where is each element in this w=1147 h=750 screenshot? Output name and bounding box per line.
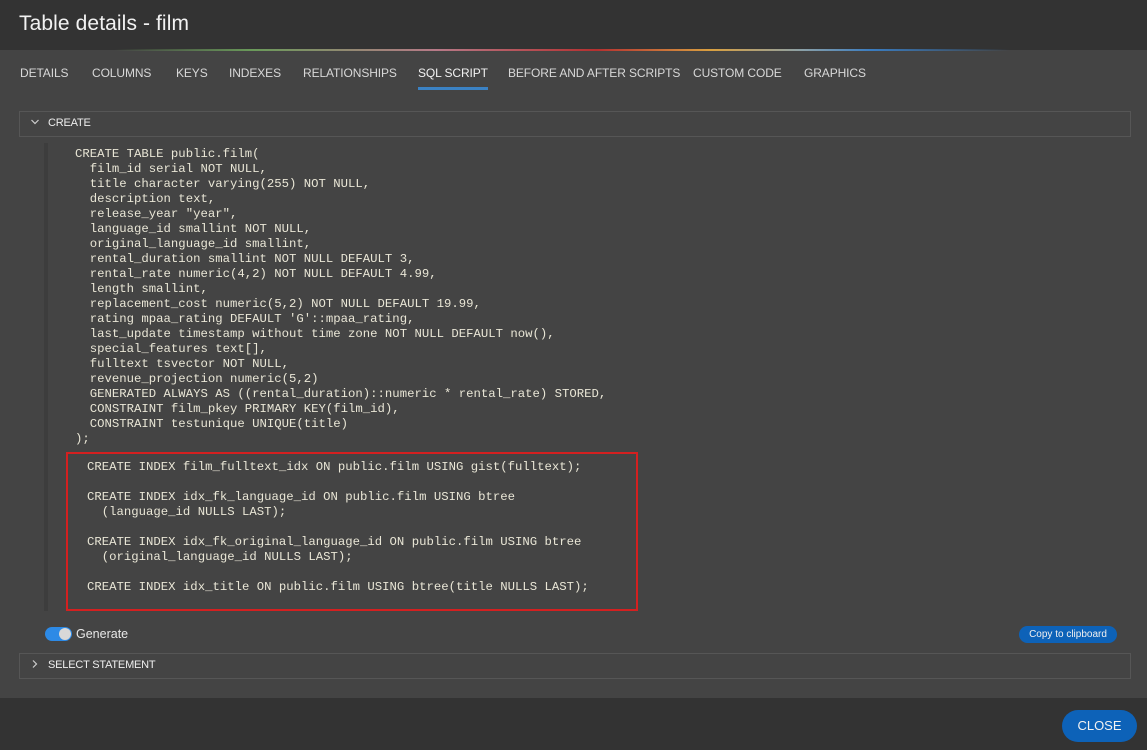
copy-to-clipboard-button[interactable]: Copy to clipboard [1019,626,1117,643]
tab-indexes[interactable]: INDEXES [229,66,281,80]
tab-columns[interactable]: COLUMNS [92,66,151,80]
generate-toggle[interactable] [45,627,72,641]
create-indexes-sql: CREATE INDEX film_fulltext_idx ON public… [87,460,589,594]
select-statement-label: SELECT STATEMENT [48,659,156,671]
close-button[interactable]: CLOSE [1062,710,1137,742]
tab-sql-script[interactable]: SQL SCRIPT [418,66,488,90]
create-section-label: CREATE [48,117,91,129]
tab-keys[interactable]: KEYS [176,66,208,80]
tab-custom-code[interactable]: CUSTOM CODE [693,66,782,80]
tab-graphics[interactable]: GRAPHICS [804,66,866,80]
indexes-highlight-box: CREATE INDEX film_fulltext_idx ON public… [66,452,638,611]
dialog-title-bar: Table details - film [0,0,1147,50]
create-section-header[interactable]: CREATE [19,111,1131,137]
tab-relationships[interactable]: RELATIONSHIPS [303,66,397,80]
tab-bar: DETAILS COLUMNS KEYS INDEXES RELATIONSHI… [0,51,1147,99]
tab-before-after-scripts[interactable]: BEFORE AND AFTER SCRIPTS [508,66,680,80]
dialog-footer [0,698,1147,750]
tab-details[interactable]: DETAILS [20,66,69,80]
chevron-right-icon [30,659,42,671]
create-table-sql: CREATE TABLE public.film( film_id serial… [75,147,607,446]
chevron-down-icon [30,117,42,129]
toggle-knob [59,628,71,640]
dialog-title: Table details - film [19,12,190,35]
select-statement-section-header[interactable]: SELECT STATEMENT [19,653,1131,679]
generate-label: Generate [76,627,129,641]
